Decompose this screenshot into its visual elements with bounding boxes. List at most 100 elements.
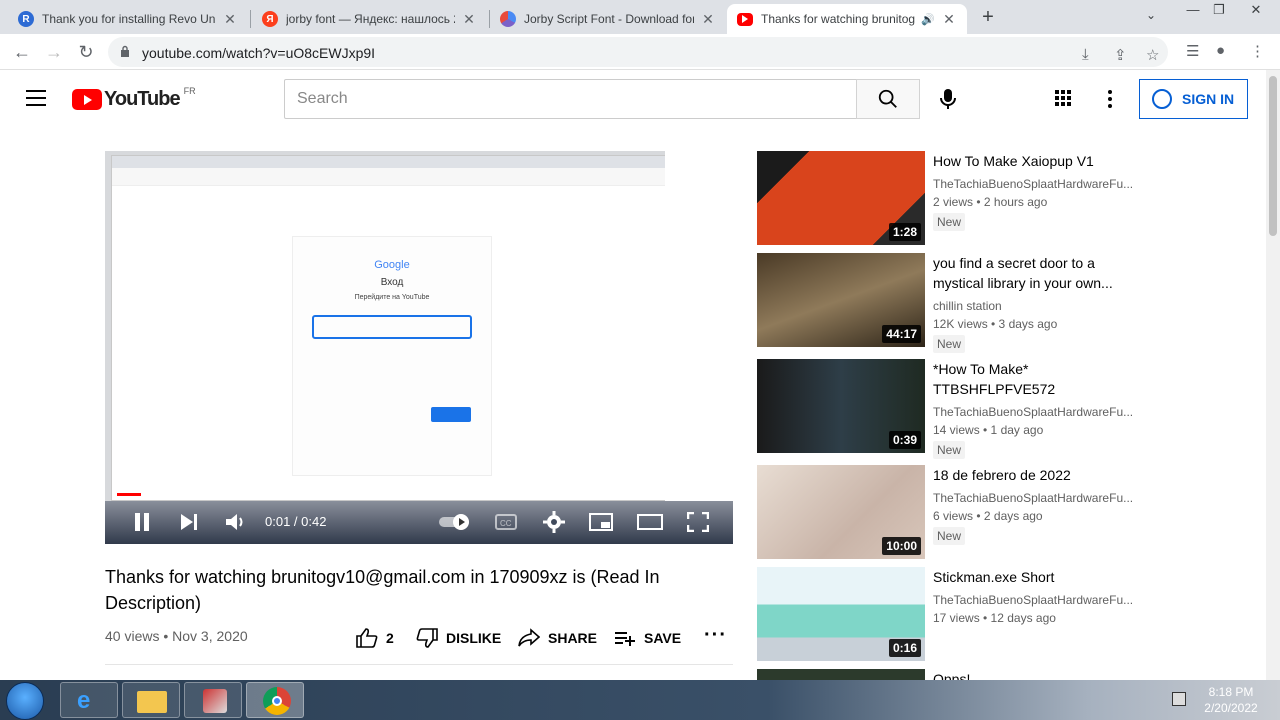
forward-button[interactable]: → xyxy=(42,40,66,64)
lock-icon[interactable] xyxy=(120,45,130,57)
related-video[interactable]: 10:00 18 de febrero de 2022 TheTachiaBue… xyxy=(757,465,1137,559)
video-title: Thanks for watching brunitogv10@gmail.co… xyxy=(105,567,660,613)
bookmark-star-icon[interactable]: ☆ xyxy=(1146,46,1159,64)
related-channel[interactable]: TheTachiaBuenoSplaatHardwareFu... xyxy=(933,491,1133,505)
close-window-button[interactable]: ✕ xyxy=(1236,0,1276,22)
sign-in-button[interactable]: SIGN IN xyxy=(1139,79,1248,119)
share-arrow-icon xyxy=(518,628,540,647)
dislike-button[interactable]: DISLIKE xyxy=(416,628,501,648)
address-bar[interactable]: youtube.com/watch?v=uO8cEWJxp9I ⤓ ⇪ ☆ xyxy=(108,37,1168,67)
start-button[interactable] xyxy=(6,682,44,720)
playlist-add-icon xyxy=(615,632,635,646)
browser-toolbar: ← → ↻ youtube.com/watch?v=uO8cEWJxp9I ⤓ … xyxy=(0,34,1280,70)
settings-more-icon[interactable] xyxy=(1108,90,1112,111)
settings-gear-icon[interactable] xyxy=(543,511,565,533)
close-icon[interactable]: ✕ xyxy=(222,11,238,28)
youtube-wordmark: YouTube xyxy=(104,88,181,110)
video-thumbnail[interactable]: 1:28 xyxy=(757,151,925,245)
related-video[interactable]: 0:16 Stickman.exe Short TheTachiaBuenoSp… xyxy=(757,567,1137,661)
video-views-date: 40 views • Nov 3, 2020 xyxy=(105,628,248,644)
autoplay-toggle-icon[interactable] xyxy=(439,513,473,531)
duration-badge: 0:16 xyxy=(888,639,921,657)
video-thumbnail[interactable]: 0:39 xyxy=(757,359,925,453)
chrome-menu-icon[interactable]: ⋮ xyxy=(1250,42,1265,60)
new-tab-button[interactable]: + xyxy=(976,6,1000,30)
apps-grid-icon[interactable] xyxy=(1055,90,1071,106)
youtube-masthead: YouTube FR Search SIGN IN xyxy=(0,70,1266,128)
menu-icon[interactable] xyxy=(26,90,46,106)
search-input[interactable]: Search xyxy=(284,79,858,119)
reload-button[interactable]: ↻ xyxy=(74,40,98,64)
video-frame-signin-card: Google Вход Перейдите на YouTube xyxy=(292,236,492,476)
back-button[interactable]: ← xyxy=(10,40,34,64)
video-thumbnail[interactable]: 10:00 xyxy=(757,465,925,559)
save-button[interactable]: SAVE xyxy=(614,628,681,648)
youtube-logo[interactable]: YouTube FR xyxy=(72,86,196,111)
search-button[interactable] xyxy=(856,79,920,119)
thumbs-up-icon xyxy=(356,628,378,648)
related-title[interactable]: Opps! xyxy=(933,669,1133,680)
like-button[interactable]: 2 xyxy=(356,628,394,648)
restore-button[interactable]: ❐ xyxy=(1204,0,1234,22)
speaker-icon[interactable]: 🔊 xyxy=(921,13,935,26)
volume-icon[interactable] xyxy=(225,512,247,532)
reading-list-icon[interactable]: ☰ xyxy=(1186,42,1199,60)
related-video[interactable]: 1:28 How To Make Xaiopup V1 TheTachiaBue… xyxy=(757,151,1137,245)
network-tray-icon[interactable] xyxy=(1172,692,1186,706)
close-icon[interactable]: ✕ xyxy=(941,11,957,28)
taskbar-file-explorer[interactable] xyxy=(122,682,180,718)
profile-icon[interactable]: ● xyxy=(1216,42,1225,59)
related-channel[interactable]: TheTachiaBuenoSplaatHardwareFu... xyxy=(933,177,1133,191)
browser-tab-jorby-font[interactable]: Jorby Script Font - Download for ✕ xyxy=(490,4,726,34)
taskbar-app[interactable] xyxy=(184,682,242,718)
microphone-icon[interactable] xyxy=(938,88,958,110)
theater-mode-icon[interactable] xyxy=(637,513,663,531)
progress-bar[interactable] xyxy=(117,493,721,496)
browser-tab-revo[interactable]: R Thank you for installing Revo Un ✕ xyxy=(8,4,248,34)
miniplayer-icon[interactable] xyxy=(589,513,613,531)
browser-tab-youtube[interactable]: Thanks for watching brunitog 🔊 ✕ xyxy=(727,4,967,34)
fullscreen-icon[interactable] xyxy=(687,512,709,532)
url-text[interactable]: youtube.com/watch?v=uO8cEWJxp9I xyxy=(142,45,375,61)
install-app-icon[interactable]: ⤓ xyxy=(1082,46,1089,63)
related-video[interactable]: 0:39 *How To Make* TTBSHFLPFVE572 TheTac… xyxy=(757,359,1137,459)
related-title[interactable]: Stickman.exe Short xyxy=(933,567,1133,587)
close-icon[interactable]: ✕ xyxy=(461,11,477,28)
page-scrollbar[interactable] xyxy=(1266,70,1280,680)
related-video[interactable]: 44:17 you find a secret door to a mystic… xyxy=(757,253,1137,353)
share-button[interactable]: SHARE xyxy=(518,628,597,648)
related-title[interactable]: you find a secret door to a mystical lib… xyxy=(933,253,1133,293)
related-channel[interactable]: TheTachiaBuenoSplaatHardwareFu... xyxy=(933,405,1133,419)
sign-in-label: SIGN IN xyxy=(1182,91,1235,107)
taskbar-chrome[interactable] xyxy=(246,682,304,718)
pause-icon[interactable] xyxy=(133,512,151,532)
related-title[interactable]: 18 de febrero de 2022 xyxy=(933,465,1133,485)
related-title[interactable]: *How To Make* TTBSHFLPFVE572 xyxy=(933,359,1133,399)
video-thumbnail[interactable]: 0:16 xyxy=(757,567,925,661)
tab-search-icon[interactable]: ⌄ xyxy=(1146,8,1156,22)
share-label: SHARE xyxy=(548,630,598,646)
video-thumbnail[interactable] xyxy=(757,669,925,680)
related-channel[interactable]: TheTachiaBuenoSplaatHardwareFu... xyxy=(933,593,1133,607)
system-clock[interactable]: 8:18 PM 2/20/2022 xyxy=(1196,684,1266,716)
captions-icon[interactable]: CC xyxy=(495,513,517,531)
tab-title: Thanks for watching brunitog xyxy=(761,12,916,26)
scrollbar-thumb[interactable] xyxy=(1269,76,1277,236)
related-video[interactable]: Opps! xyxy=(757,669,1137,680)
tab-separator xyxy=(250,10,251,28)
info-divider xyxy=(105,664,733,665)
related-title[interactable]: How To Make Xaiopup V1 xyxy=(933,151,1133,171)
clock-date: 2/20/2022 xyxy=(1204,701,1258,715)
more-actions-icon[interactable]: ··· xyxy=(704,624,727,647)
close-icon[interactable]: ✕ xyxy=(700,11,716,28)
svg-text:CC: CC xyxy=(500,519,512,528)
related-channel[interactable]: chillin station xyxy=(933,299,1133,313)
taskbar-internet-explorer[interactable]: e xyxy=(60,682,118,718)
share-icon[interactable]: ⇪ xyxy=(1114,46,1127,64)
browser-tab-yandex[interactable]: Я jorby font — Яндекс: нашлось 2 ✕ xyxy=(252,4,487,34)
revo-icon: R xyxy=(18,11,34,27)
video-player[interactable]: Google Вход Перейдите на YouTube 0:01 / … xyxy=(105,151,733,544)
video-frame-next-button xyxy=(431,407,471,422)
video-thumbnail[interactable]: 44:17 xyxy=(757,253,925,347)
next-video-icon[interactable] xyxy=(179,513,199,531)
